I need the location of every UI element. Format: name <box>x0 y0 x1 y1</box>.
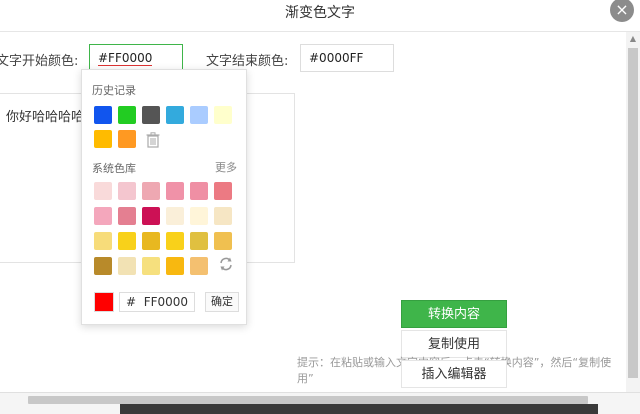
end-color-input[interactable]: #0000FF <box>300 44 394 72</box>
history-swatch[interactable] <box>190 106 208 124</box>
color-picker-popup: 历史记录 系统色库 更多 # FF0000 确定 <box>81 69 247 325</box>
library-swatch[interactable] <box>142 207 160 225</box>
history-title: 历史记录 <box>92 84 136 97</box>
history-swatch[interactable] <box>118 106 136 124</box>
more-link[interactable]: 更多 <box>215 159 237 175</box>
close-icon: × <box>615 0 629 19</box>
end-color-value: #0000FF <box>309 51 364 65</box>
library-title: 系统色库 <box>92 162 136 175</box>
library-swatch[interactable] <box>166 207 184 225</box>
library-swatch[interactable] <box>94 232 112 250</box>
library-swatch[interactable] <box>190 232 208 250</box>
library-swatch[interactable] <box>214 232 232 250</box>
library-swatch[interactable] <box>94 257 112 275</box>
library-swatch[interactable] <box>142 182 160 200</box>
library-swatch[interactable] <box>94 182 112 200</box>
dialog-header: 渐变色文字 <box>0 0 640 32</box>
scroll-thumb[interactable] <box>628 48 638 378</box>
library-swatch[interactable] <box>118 182 136 200</box>
trash-icon[interactable] <box>146 132 160 148</box>
copy-button[interactable]: 复制使用 <box>401 330 507 358</box>
library-swatch[interactable] <box>118 232 136 250</box>
editor-content: 你好哈哈哈哈 <box>6 110 85 125</box>
ok-button[interactable]: 确定 <box>205 292 239 312</box>
library-swatch[interactable] <box>190 182 208 200</box>
insert-editor-button[interactable]: 插入编辑器 <box>401 360 507 388</box>
bottom-strip <box>120 404 598 414</box>
vertical-scrollbar[interactable]: ▲ ▼ <box>626 32 640 414</box>
convert-button[interactable]: 转换内容 <box>401 300 507 328</box>
hex-input[interactable]: # FF0000 <box>119 292 195 312</box>
refresh-icon[interactable] <box>218 256 234 272</box>
hex-prefix: # <box>126 295 137 309</box>
library-swatch[interactable] <box>166 257 184 275</box>
history-swatch[interactable] <box>118 130 136 148</box>
start-color-label: 文字开始颜色: <box>0 54 79 69</box>
library-swatch[interactable] <box>118 207 136 225</box>
library-swatch[interactable] <box>214 207 232 225</box>
library-swatch[interactable] <box>118 257 136 275</box>
end-color-label: 文字结束颜色: <box>206 54 289 69</box>
history-swatch[interactable] <box>94 106 112 124</box>
library-swatch[interactable] <box>214 182 232 200</box>
history-swatch[interactable] <box>142 106 160 124</box>
dialog-title: 渐变色文字 <box>285 5 355 21</box>
current-color-swatch <box>94 292 114 312</box>
history-swatch[interactable] <box>214 106 232 124</box>
history-swatch[interactable] <box>166 106 184 124</box>
scroll-up-icon[interactable]: ▲ <box>628 34 638 44</box>
library-swatch[interactable] <box>190 257 208 275</box>
history-swatch[interactable] <box>94 130 112 148</box>
horizontal-scroll-thumb[interactable] <box>28 396 588 404</box>
hex-value: FF0000 <box>143 295 189 309</box>
start-color-input[interactable]: #FF0000 <box>89 44 183 72</box>
library-swatch[interactable] <box>166 182 184 200</box>
library-swatch[interactable] <box>166 232 184 250</box>
library-swatch[interactable] <box>142 232 160 250</box>
library-swatch[interactable] <box>94 207 112 225</box>
library-swatch[interactable] <box>142 257 160 275</box>
library-swatch[interactable] <box>190 207 208 225</box>
start-color-value: #FF0000 <box>98 51 153 66</box>
